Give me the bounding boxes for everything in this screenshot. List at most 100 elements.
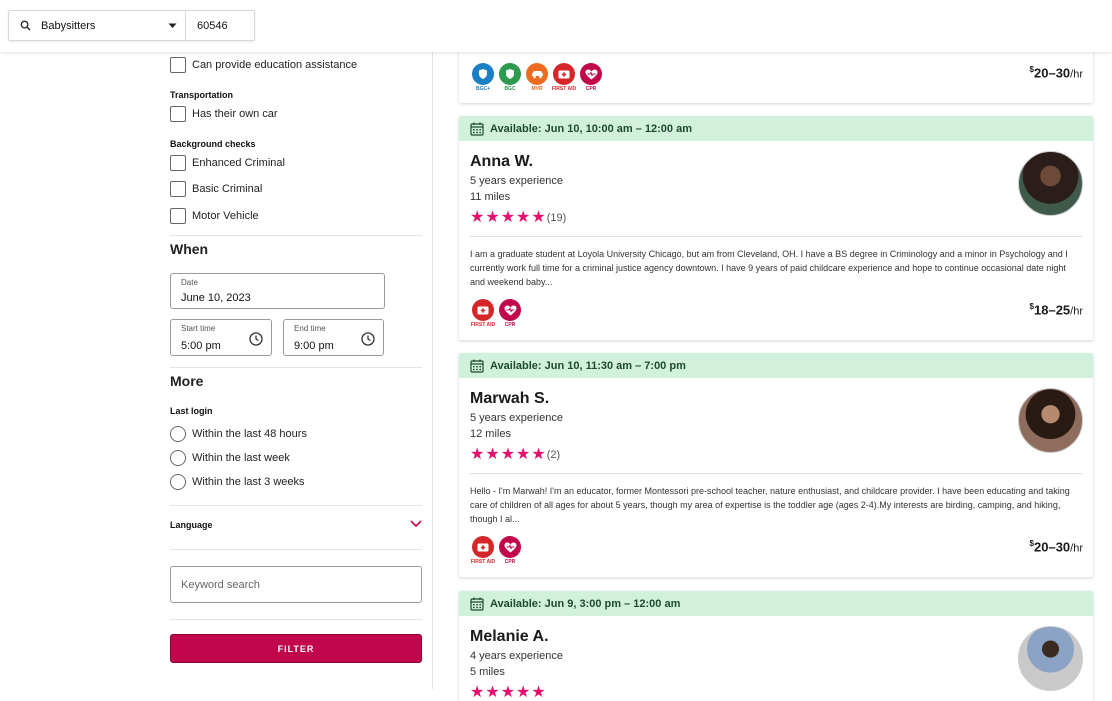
badge-label: FIRST AID bbox=[551, 86, 577, 92]
last-3-weeks-radio[interactable] bbox=[170, 474, 186, 490]
search-icon[interactable] bbox=[9, 11, 41, 40]
calendar-icon bbox=[470, 597, 484, 611]
star-icon: ★ bbox=[516, 209, 531, 226]
date-label: Date bbox=[181, 278, 198, 287]
badge-label: FIRST AID bbox=[470, 559, 496, 565]
zip-input[interactable]: 60546 bbox=[186, 20, 254, 32]
heart-icon bbox=[580, 63, 602, 85]
distance: 5 miles bbox=[470, 666, 505, 678]
badge-list: BGC+ BGC MVR FIRST AID CPR bbox=[470, 63, 605, 92]
enhanced-criminal-checkbox-row[interactable]: Enhanced Criminal bbox=[170, 155, 285, 171]
last-login-heading: Last login bbox=[170, 406, 213, 416]
language-label: Language bbox=[170, 520, 213, 530]
basic-criminal-checkbox-row[interactable]: Basic Criminal bbox=[170, 181, 262, 197]
last-3-weeks-radio-row[interactable]: Within the last 3 weeks bbox=[170, 474, 305, 490]
enhanced-criminal-label: Enhanced Criminal bbox=[192, 157, 285, 169]
enhanced-criminal-checkbox[interactable] bbox=[170, 155, 186, 171]
motor-vehicle-checkbox-row[interactable]: Motor Vehicle bbox=[170, 208, 259, 224]
end-time-label: End time bbox=[294, 324, 326, 333]
avatar[interactable] bbox=[1018, 388, 1083, 453]
badge-label: BGC+ bbox=[475, 86, 491, 92]
last-48-hours-label: Within the last 48 hours bbox=[192, 428, 307, 440]
date-field[interactable]: Date June 10, 2023 bbox=[170, 273, 385, 309]
caret-down-icon bbox=[168, 20, 177, 32]
motor-vehicle-checkbox[interactable] bbox=[170, 208, 186, 224]
star-icon: ★ bbox=[500, 446, 516, 463]
first-aid-badge: FIRST AID bbox=[470, 299, 496, 328]
bgc-badge: BGC bbox=[497, 63, 523, 92]
caregiver-card[interactable]: Available: Jun 10, 10:00 am – 12:00 am A… bbox=[459, 116, 1093, 340]
hourly-rate: $20–30/hr bbox=[1029, 65, 1083, 81]
rating-count: (19) bbox=[546, 212, 567, 224]
first-aid-icon bbox=[553, 63, 575, 85]
end-time-field[interactable]: End time 9:00 pm bbox=[283, 319, 384, 356]
service-select[interactable]: Babysitters bbox=[41, 11, 186, 40]
cpr-badge: CPR bbox=[497, 299, 523, 328]
own-car-label: Has their own car bbox=[192, 108, 278, 120]
divider bbox=[470, 473, 1082, 474]
heart-icon bbox=[499, 536, 521, 558]
last-3-weeks-label: Within the last 3 weeks bbox=[192, 476, 305, 488]
caregiver-name[interactable]: Melanie A. bbox=[470, 628, 549, 646]
basic-criminal-label: Basic Criminal bbox=[192, 183, 263, 195]
caregiver-card[interactable]: Available: Jun 9, 3:00 pm – 12:00 am Mel… bbox=[459, 591, 1093, 701]
start-time-field[interactable]: Start time 5:00 pm bbox=[170, 319, 272, 356]
last-week-radio[interactable] bbox=[170, 450, 186, 466]
service-value: Babysitters bbox=[41, 19, 96, 32]
search-bar: Babysitters 60546 bbox=[8, 10, 255, 41]
star-icon: ★ bbox=[485, 446, 500, 463]
caregiver-card[interactable]: BGC+ BGC MVR FIRST AID CPR $20–30/hr bbox=[459, 46, 1093, 103]
divider bbox=[170, 549, 422, 550]
own-car-checkbox[interactable] bbox=[170, 106, 186, 122]
calendar-icon bbox=[470, 359, 484, 373]
badge-list: FIRST AID CPR bbox=[470, 536, 524, 565]
star-icon: ★ bbox=[470, 209, 485, 226]
distance: 12 miles bbox=[470, 428, 511, 440]
star-icon: ★ bbox=[516, 446, 531, 463]
top-bar: Babysitters 60546 bbox=[0, 0, 1112, 52]
badge-label: FIRST AID bbox=[470, 322, 496, 328]
filter-button[interactable]: FILTER bbox=[170, 634, 422, 663]
bio: I am a graduate student at Loyola Univer… bbox=[470, 249, 1068, 287]
calendar-icon bbox=[470, 122, 484, 136]
car-icon bbox=[526, 63, 548, 85]
divider bbox=[170, 505, 422, 506]
keyword-search-input[interactable]: Keyword search bbox=[170, 566, 422, 603]
caregiver-card[interactable]: Available: Jun 10, 11:30 am – 7:00 pm Ma… bbox=[459, 353, 1093, 577]
availability-text: Available: Jun 9, 3:00 pm – 12:00 am bbox=[490, 597, 681, 610]
experience: 5 years experience bbox=[470, 412, 563, 424]
rating: ★ ★ ★ ★ ★ (19) bbox=[470, 210, 566, 226]
star-icon: ★ bbox=[470, 684, 485, 701]
availability-banner: Available: Jun 10, 10:00 am – 12:00 am bbox=[459, 116, 1093, 141]
basic-criminal-checkbox[interactable] bbox=[170, 181, 186, 197]
experience: 4 years experience bbox=[470, 650, 563, 662]
badge-label: CPR bbox=[504, 559, 516, 565]
education-checkbox-row[interactable]: Can provide education assistance bbox=[170, 57, 357, 73]
bio: Hello - I'm Marwah! I'm an educator, for… bbox=[470, 486, 1070, 524]
first-aid-icon bbox=[472, 299, 494, 321]
caregiver-name[interactable]: Anna W. bbox=[470, 153, 533, 171]
avatar[interactable] bbox=[1018, 151, 1083, 216]
clock-icon bbox=[249, 332, 263, 351]
caregiver-name[interactable]: Marwah S. bbox=[470, 390, 549, 408]
panel-divider bbox=[432, 52, 433, 689]
divider bbox=[170, 619, 422, 620]
availability-text: Available: Jun 10, 10:00 am – 12:00 am bbox=[490, 122, 692, 135]
last-48-hours-radio[interactable] bbox=[170, 426, 186, 442]
start-time-label: Start time bbox=[181, 324, 216, 333]
star-icon: ★ bbox=[500, 209, 516, 226]
background-checks-heading: Background checks bbox=[170, 139, 256, 149]
avatar[interactable] bbox=[1018, 626, 1083, 691]
star-icon: ★ bbox=[470, 446, 485, 463]
last-week-radio-row[interactable]: Within the last week bbox=[170, 450, 290, 466]
last-48-hours-radio-row[interactable]: Within the last 48 hours bbox=[170, 426, 307, 442]
language-dropdown[interactable]: Language bbox=[170, 520, 422, 530]
own-car-checkbox-row[interactable]: Has their own car bbox=[170, 106, 278, 122]
badge-label: CPR bbox=[504, 322, 516, 328]
end-time-value: 9:00 pm bbox=[294, 340, 334, 352]
results-list: BGC+ BGC MVR FIRST AID CPR $20–30/hr Ava… bbox=[459, 46, 1093, 701]
first-aid-badge: FIRST AID bbox=[551, 63, 577, 92]
rating: ★ ★ ★ ★ ★ bbox=[470, 685, 547, 701]
availability-banner: Available: Jun 10, 11:30 am – 7:00 pm bbox=[459, 353, 1093, 378]
education-checkbox[interactable] bbox=[170, 57, 186, 73]
